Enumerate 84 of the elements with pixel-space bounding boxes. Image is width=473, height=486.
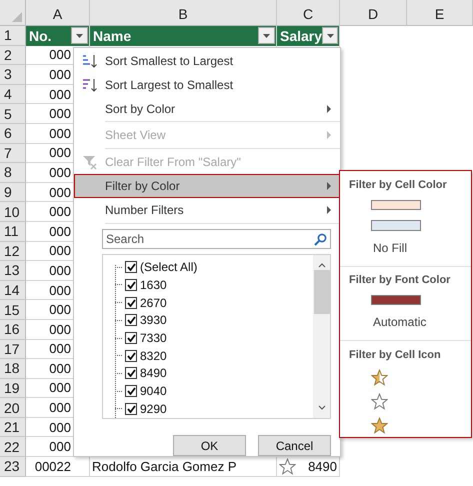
- submenu-arrow-icon: [327, 206, 331, 214]
- row-header[interactable]: 1: [0, 26, 26, 46]
- submenu-arrow-icon: [327, 182, 331, 190]
- value-label: 2670: [140, 296, 167, 310]
- row-header[interactable]: 13: [0, 261, 26, 281]
- clear-filter-icon: [82, 154, 98, 170]
- row-header[interactable]: 17: [0, 340, 26, 360]
- submenu-arrow-icon: [327, 104, 331, 113]
- row-header[interactable]: 20: [0, 398, 26, 418]
- column-header[interactable]: C: [277, 0, 340, 26]
- filter-dropdown-button[interactable]: [71, 27, 88, 44]
- row-header[interactable]: 7: [0, 144, 26, 164]
- row-header[interactable]: 15: [0, 300, 26, 320]
- scrollbar[interactable]: [313, 255, 330, 418]
- row-header[interactable]: 9: [0, 182, 26, 202]
- menu-option[interactable]: Automatic: [340, 310, 471, 334]
- scroll-down-icon[interactable]: [318, 405, 326, 410]
- triangle-icon: [12, 12, 22, 22]
- column-header[interactable]: B: [90, 0, 277, 26]
- sort-descending-icon: [82, 76, 98, 93]
- row-header[interactable]: 19: [0, 378, 26, 398]
- value-label: 9290: [140, 402, 167, 416]
- submenu-arrow-icon: [327, 131, 331, 140]
- scroll-up-icon[interactable]: [318, 263, 326, 268]
- color-swatch[interactable]: [371, 200, 421, 210]
- row-header[interactable]: 3: [0, 65, 26, 85]
- checkbox[interactable]: [125, 350, 137, 362]
- checkbox[interactable]: [125, 296, 137, 309]
- row-header[interactable]: 6: [0, 124, 26, 144]
- caret-icon: [76, 34, 83, 38]
- section-title: Filter by Cell Icon: [348, 348, 442, 364]
- row-header[interactable]: 12: [0, 242, 26, 262]
- row-header[interactable]: 22: [0, 437, 26, 458]
- row-header[interactable]: 21: [0, 418, 26, 438]
- filter-dropdown-button[interactable]: [258, 27, 275, 44]
- checkbox[interactable]: [125, 385, 137, 398]
- checkbox[interactable]: [125, 367, 137, 380]
- row-header[interactable]: 5: [0, 104, 26, 124]
- scrollbar-thumb[interactable]: [314, 270, 330, 314]
- menu-option[interactable]: No Fill: [340, 236, 471, 260]
- search-field[interactable]: Search: [102, 228, 331, 250]
- row-header[interactable]: 18: [0, 359, 26, 379]
- caret-icon: [263, 34, 270, 38]
- row-header[interactable]: 14: [0, 280, 26, 300]
- section-title: Filter by Cell Color: [348, 178, 448, 193]
- row-header[interactable]: 4: [0, 84, 26, 104]
- row-header[interactable]: 16: [0, 320, 26, 340]
- cancel-button[interactable]: Cancel: [258, 435, 331, 456]
- ok-button[interactable]: OK: [173, 435, 246, 456]
- menu-item[interactable]: Filter by Color: [74, 174, 340, 198]
- value-label: (Select All): [140, 260, 198, 274]
- value-label: 8490: [140, 366, 167, 380]
- sort-ascending-icon: [82, 52, 98, 69]
- checkbox[interactable]: [125, 261, 137, 274]
- value-label: 1630: [140, 278, 167, 292]
- column-header[interactable]: A: [26, 0, 90, 26]
- checkbox[interactable]: [125, 314, 137, 326]
- column-header[interactable]: E: [407, 0, 473, 26]
- column-header[interactable]: D: [340, 0, 407, 26]
- star-icon[interactable]: [371, 417, 388, 434]
- color-swatch[interactable]: [371, 295, 421, 306]
- color-swatch[interactable]: [371, 220, 421, 230]
- row-header[interactable]: 10: [0, 202, 26, 222]
- caret-icon: [326, 34, 334, 38]
- checkbox[interactable]: [125, 402, 137, 415]
- row-header[interactable]: 23: [0, 457, 26, 477]
- value-label: 7330: [140, 331, 167, 346]
- value-label: 8320: [140, 348, 167, 363]
- value-label: 9040: [140, 384, 167, 398]
- value-label: 3930: [140, 313, 167, 328]
- half-star-icon[interactable]: [371, 369, 388, 386]
- row-header[interactable]: 11: [0, 222, 26, 242]
- section-title: Filter by Font Color: [348, 273, 452, 288]
- star-outline-icon[interactable]: [371, 393, 388, 410]
- filter-dropdown-button[interactable]: [322, 27, 338, 44]
- header-text: Salary: [280, 28, 322, 44]
- header-text: No.: [29, 28, 52, 44]
- header-text: Name: [93, 28, 132, 44]
- search-icon: [314, 232, 327, 246]
- checkbox[interactable]: [125, 332, 137, 344]
- row-header[interactable]: 8: [0, 163, 26, 183]
- checkbox[interactable]: [125, 278, 137, 291]
- row-header[interactable]: 2: [0, 46, 26, 66]
- star-icon[interactable]: [279, 458, 296, 475]
